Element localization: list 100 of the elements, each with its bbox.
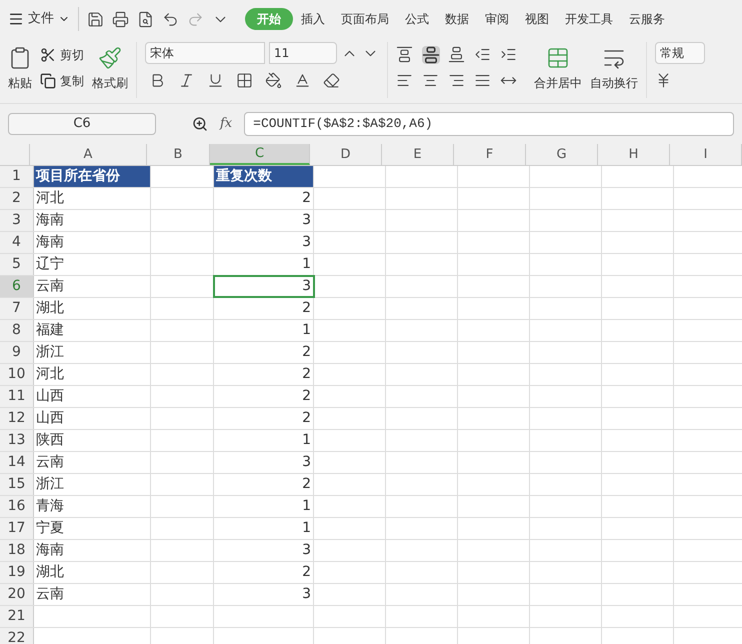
- column-header[interactable]: A: [30, 144, 147, 165]
- table-cell: 河北: [34, 364, 151, 385]
- copy-icon: [40, 73, 56, 89]
- column-header[interactable]: F: [454, 144, 526, 165]
- table-cell: 2: [214, 342, 314, 363]
- table-cell: 3: [214, 540, 314, 561]
- italic-icon[interactable]: [178, 72, 195, 89]
- print-preview-icon[interactable]: [137, 10, 154, 28]
- indent-increase-icon[interactable]: [500, 46, 517, 63]
- paste-button[interactable]: 粘贴: [8, 74, 32, 92]
- row-header[interactable]: 7: [0, 298, 34, 319]
- table-cell: 3: [214, 452, 314, 473]
- row-header[interactable]: 22: [0, 628, 34, 644]
- row-header[interactable]: 3: [0, 210, 34, 231]
- format-painter-button[interactable]: 格式刷: [92, 74, 128, 92]
- fill-color-icon[interactable]: [265, 72, 282, 89]
- column-header[interactable]: I: [670, 144, 742, 165]
- column-header[interactable]: E: [382, 144, 454, 165]
- table-cell: 海南: [34, 540, 151, 561]
- row-header[interactable]: 20: [0, 584, 34, 605]
- file-menu[interactable]: 文件: [8, 9, 70, 29]
- table-cell: 海南: [34, 210, 151, 231]
- font-field[interactable]: 宋体: [145, 42, 265, 64]
- table-cell: 2: [214, 188, 314, 209]
- merge-icon[interactable]: [546, 46, 570, 70]
- border-icon[interactable]: [236, 72, 253, 89]
- eraser-icon[interactable]: [323, 72, 340, 89]
- table-cell: 2: [214, 298, 314, 319]
- align-bottom-icon[interactable]: [448, 46, 465, 63]
- ribbon-tab[interactable]: 公式: [397, 8, 437, 30]
- ribbon-tab[interactable]: 开发工具: [557, 8, 621, 30]
- table-cell: 辽宁: [34, 254, 151, 275]
- table-cell: 3: [214, 232, 314, 253]
- row-header[interactable]: 2: [0, 188, 34, 209]
- name-box[interactable]: C6: [8, 113, 156, 135]
- undo-icon[interactable]: [162, 10, 179, 28]
- justify-icon[interactable]: [474, 72, 491, 89]
- fx-icon[interactable]: fx: [220, 114, 232, 134]
- align-middle-icon[interactable]: [422, 46, 440, 64]
- table-cell: 3: [214, 584, 314, 605]
- row-header[interactable]: 11: [0, 386, 34, 407]
- ribbon-tab[interactable]: 审阅: [477, 8, 517, 30]
- align-left-icon[interactable]: [396, 72, 413, 89]
- row-header[interactable]: 9: [0, 342, 34, 363]
- row-header[interactable]: 21: [0, 606, 34, 627]
- copy-button[interactable]: 复制: [40, 72, 84, 90]
- row-header[interactable]: 10: [0, 364, 34, 385]
- row-header[interactable]: 1: [0, 166, 34, 187]
- row-header[interactable]: 8: [0, 320, 34, 341]
- ribbon-tab[interactable]: 云服务: [621, 8, 673, 30]
- merge-center-button[interactable]: 合并居中: [534, 74, 582, 92]
- column-header[interactable]: H: [598, 144, 670, 165]
- row-header[interactable]: 5: [0, 254, 34, 275]
- row-header[interactable]: 12: [0, 408, 34, 429]
- column-header[interactable]: C: [210, 144, 310, 165]
- save-icon[interactable]: [87, 10, 104, 28]
- row-header[interactable]: 15: [0, 474, 34, 495]
- row-header[interactable]: 16: [0, 496, 34, 517]
- row-header[interactable]: 17: [0, 518, 34, 539]
- align-center-icon[interactable]: [422, 72, 439, 89]
- column-header[interactable]: D: [310, 144, 382, 165]
- table-cell: 2: [214, 408, 314, 429]
- table-cell: 2: [214, 562, 314, 583]
- table-cell: 1: [214, 254, 314, 275]
- table-cell: 1: [214, 320, 314, 341]
- row-header[interactable]: 4: [0, 232, 34, 253]
- table-cell: 项目所在省份: [34, 166, 151, 187]
- table-cell: 陕西: [34, 430, 151, 451]
- align-right-icon[interactable]: [448, 72, 465, 89]
- format-painter-icon[interactable]: [98, 46, 122, 70]
- row-header[interactable]: 6: [0, 276, 34, 297]
- row-header[interactable]: 18: [0, 540, 34, 561]
- print-icon[interactable]: [112, 10, 129, 28]
- table-cell: 青海: [34, 496, 151, 517]
- ribbon-tab[interactable]: 插入: [293, 8, 333, 30]
- font-size-field[interactable]: 11: [269, 42, 337, 64]
- ribbon-tab[interactable]: 数据: [437, 8, 477, 30]
- indent-decrease-icon[interactable]: [474, 46, 491, 63]
- row-header[interactable]: 14: [0, 452, 34, 473]
- row-header[interactable]: 13: [0, 430, 34, 451]
- table-cell: 云南: [34, 584, 151, 605]
- wrap-text-button[interactable]: 自动换行: [590, 74, 638, 92]
- align-top-icon[interactable]: [396, 46, 413, 63]
- cut-button[interactable]: 剪切: [40, 46, 84, 64]
- table-cell: 重复次数: [214, 166, 314, 187]
- ribbon-tab[interactable]: 视图: [517, 8, 557, 30]
- number-format-field[interactable]: 常规: [655, 42, 705, 64]
- table-cell: 浙江: [34, 474, 151, 495]
- row-header[interactable]: 19: [0, 562, 34, 583]
- table-cell: 1: [214, 518, 314, 539]
- font-color-icon[interactable]: [294, 72, 311, 89]
- ribbon-tab[interactable]: 页面布局: [333, 8, 397, 30]
- column-header[interactable]: G: [526, 144, 598, 165]
- zoom-icon[interactable]: [192, 116, 208, 132]
- table-cell: 3: [214, 276, 314, 297]
- table-cell: 云南: [34, 276, 151, 297]
- table-cell: 1: [214, 430, 314, 451]
- formula-field[interactable]: =COUNTIF($A$2:$A$20,A6): [244, 112, 734, 136]
- underline-icon[interactable]: [207, 72, 224, 89]
- table-cell: 山西: [34, 408, 151, 429]
